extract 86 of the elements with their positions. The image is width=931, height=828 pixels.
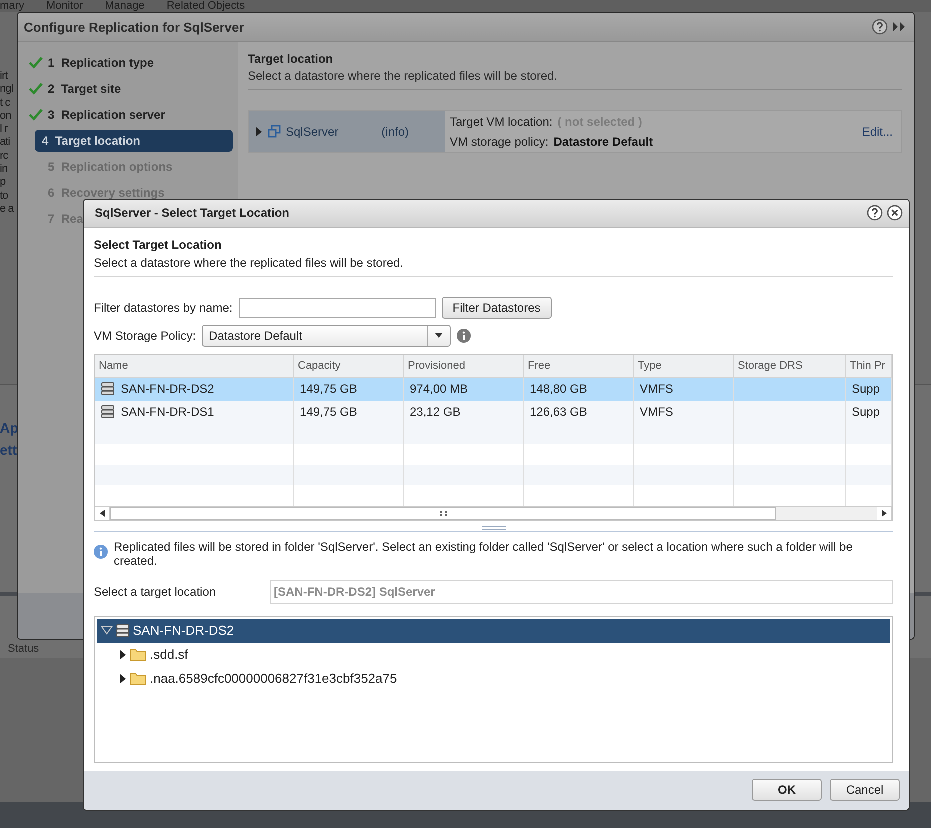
ok-button[interactable]: OK: [752, 779, 822, 802]
vm-icon: [268, 125, 281, 138]
field-label: VM storage policy:: [450, 134, 549, 148]
section-heading: Select Target Location: [94, 238, 223, 252]
field-label: Select a target location: [94, 584, 218, 599]
wizard-step[interactable]: 3 Replication server: [24, 104, 233, 126]
table-row[interactable]: SAN-FN-DR-DS1 149,75 GB 23,12 GB 126,63 GB VMFS Supp: [95, 400, 892, 424]
table-cell: 149,75 GB: [300, 382, 358, 396]
wizard-step[interactable]: 1 Replication type: [24, 52, 233, 74]
text-fragment: to: [0, 190, 10, 203]
table-row[interactable]: SAN-FN-DR-DS2 149,75 GB 974,00 MB 148,80 GB VMFS Supp: [95, 378, 892, 401]
splitter-handle[interactable]: [482, 526, 506, 531]
cancel-button[interactable]: Cancel: [830, 779, 900, 802]
tree-node[interactable]: .naa.6589cfc00000006827f31e3cbf352a75: [115, 666, 890, 691]
field-value: Datastore Default: [554, 134, 654, 148]
collapse-icon[interactable]: [101, 626, 113, 636]
column-header: Status: [8, 643, 40, 655]
text-fragment: ati: [0, 136, 12, 150]
column-header[interactable]: Name: [95, 354, 294, 377]
text-fragment: l r: [0, 123, 9, 136]
table-cell: SAN-FN-DR-DS1: [121, 405, 214, 420]
table-cell: 974,00 MB: [410, 382, 468, 396]
target-location-field[interactable]: [SAN-FN-DR-DS2] SqlServer: [270, 580, 893, 604]
policy-dropdown[interactable]: Datastore Default: [202, 324, 452, 347]
scroll-right-icon[interactable]: [882, 510, 886, 517]
column-header[interactable]: Type: [634, 354, 734, 377]
table-cell: Supp: [852, 382, 880, 396]
info-icon: [457, 328, 472, 343]
table-cell: Supp: [852, 405, 880, 420]
section-description: Select a datastore where the replicated files will be stored.: [94, 256, 893, 277]
edit-link[interactable]: Edit...: [862, 124, 893, 138]
filter-field[interactable]: [238, 298, 436, 318]
folder-icon: [130, 648, 147, 662]
table-cell: VMFS: [640, 382, 674, 396]
caret-icon: [435, 333, 444, 338]
table-cell: 149,75 GB: [300, 405, 358, 420]
double-arrow-icon[interactable]: [892, 22, 906, 32]
text-fragment: t c: [0, 96, 12, 110]
info-link[interactable]: (info): [382, 124, 409, 138]
text-fragment: in: [0, 163, 9, 176]
wizard-step[interactable]: 4 Target location: [35, 130, 233, 152]
tree-node[interactable]: SAN-FN-DR-DS2: [97, 618, 890, 643]
help-icon[interactable]: [872, 19, 888, 35]
text-fragment: on: [0, 110, 12, 124]
column-header[interactable]: Storage DRS: [734, 354, 846, 377]
datastore-icon: [116, 624, 130, 638]
field-label: Filter datastores by name:: [94, 300, 233, 315]
datastore-icon: [101, 405, 115, 420]
section-heading: Target location: [248, 52, 334, 66]
text-fragment: irt: [0, 70, 10, 84]
table-cell: 126,63 GB: [530, 405, 588, 420]
expand-icon[interactable]: [119, 674, 127, 684]
table-cell: VMFS: [640, 405, 674, 420]
dialog-title: Configure Replication for SqlServer: [24, 20, 246, 34]
check-icon: [29, 109, 43, 121]
info-message: Replicated files will be stored in folder 'SqlServer'. Select an existing folder called 'SqlServer' or select a location where such a folder will be created.: [114, 540, 854, 568]
text-fragment: e a: [0, 202, 16, 216]
table-cell: 23,12 GB: [410, 405, 461, 420]
dialog-title: SqlServer - Select Target Location: [95, 206, 291, 220]
vm-name: SqlServer: [286, 124, 340, 138]
datastore-icon: [101, 382, 115, 396]
text-fragment: ngl: [0, 83, 14, 97]
column-header[interactable]: Free: [524, 354, 634, 377]
help-icon[interactable]: [867, 205, 883, 222]
column-header[interactable]: Capacity: [294, 354, 404, 377]
field-label: Target VM location:: [450, 114, 553, 128]
field-label: VM Storage Policy:: [94, 328, 196, 343]
column-header[interactable]: Thin Pr: [846, 354, 892, 377]
column-header[interactable]: Provisioned: [404, 354, 524, 377]
grip-icon[interactable]: [440, 510, 446, 516]
text-fragment: p: [0, 176, 7, 190]
check-icon: [29, 83, 43, 95]
expand-icon[interactable]: [119, 650, 127, 660]
scroll-left-icon[interactable]: [100, 510, 104, 517]
folder-icon: [130, 672, 147, 686]
info-icon: [94, 544, 108, 559]
close-icon[interactable]: [887, 205, 903, 222]
table-cell: 148,80 GB: [530, 382, 588, 396]
tree-node[interactable]: .sdd.sf: [115, 642, 890, 667]
table-cell: SAN-FN-DR-DS2: [121, 382, 214, 396]
check-icon: [29, 57, 43, 69]
section-description: Select a datastore where the replicated files will be stored.: [248, 69, 902, 90]
horizontal-scrollbar[interactable]: [95, 506, 892, 520]
wizard-step[interactable]: 2 Target site: [24, 78, 233, 100]
text-fragment: rc: [0, 150, 10, 164]
filter-button[interactable]: Filter Datastores: [442, 296, 552, 319]
